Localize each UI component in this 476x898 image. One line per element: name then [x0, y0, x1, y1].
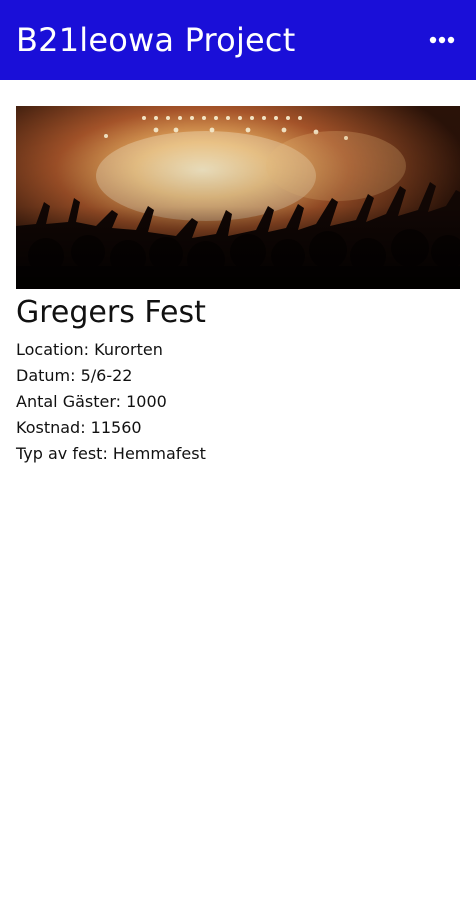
- app-title: B21leowa Project: [16, 21, 296, 59]
- overflow-menu-button[interactable]: [424, 24, 460, 56]
- event-title: Gregers Fest: [16, 295, 206, 330]
- event-detail: Gregers Fest Location: Kurorten Datum: 5…: [16, 106, 460, 467]
- detail-cost: Kostnad: 11560: [16, 418, 142, 437]
- event-details: Location: Kurorten Datum: 5/6-22 Antal G…: [16, 337, 460, 467]
- detail-location: Location: Kurorten: [16, 340, 163, 359]
- detail-date: Datum: 5/6-22: [16, 366, 133, 385]
- concert-crowd-image: [16, 106, 460, 289]
- detail-guest-count: Antal Gäster: 1000: [16, 392, 167, 411]
- more-horizontal-icon: [429, 36, 455, 44]
- app-bar: B21leowa Project: [0, 0, 476, 80]
- detail-party-type: Typ av fest: Hemmafest: [16, 444, 206, 463]
